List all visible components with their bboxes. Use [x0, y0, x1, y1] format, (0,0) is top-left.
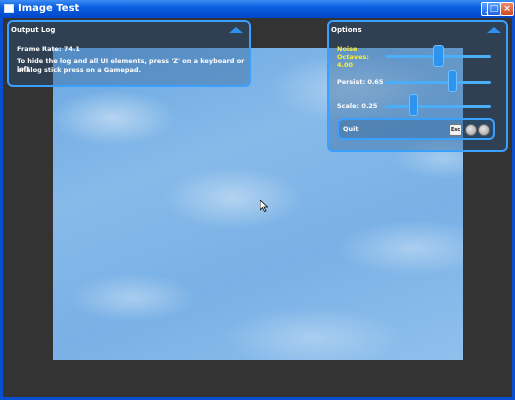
persist-slider-thumb[interactable] [448, 70, 458, 92]
octaves-label: Octaves: [337, 53, 369, 61]
scale-label: Scale: 0.25 [337, 102, 378, 110]
log-hint-line2: analog stick press on a Gamepad. [17, 66, 141, 74]
close-button[interactable]: × [500, 2, 514, 16]
collapse-arrow-icon[interactable] [229, 27, 243, 33]
gamepad-button-icon [478, 124, 490, 136]
mouse-cursor-icon [260, 200, 268, 212]
frame-rate-text: Frame Rate: 74.1 [17, 45, 80, 53]
octaves-slider-thumb[interactable] [432, 45, 444, 67]
noise-label: Noise [337, 45, 358, 53]
quit-label: Quit [343, 125, 359, 133]
window-title: Image Test [18, 3, 80, 14]
persist-slider-track[interactable] [385, 81, 491, 84]
window-frame-left [0, 18, 3, 400]
options-panel: Options Noise Octaves: 4.00 Persist: 0.6… [327, 20, 508, 152]
scale-slider-thumb[interactable] [409, 94, 419, 116]
esc-key-icon: Esc [449, 124, 462, 136]
output-log-title: Output Log [11, 26, 56, 34]
octaves-value: 4.00 [337, 61, 354, 69]
maximize-button[interactable]: □ [487, 2, 501, 16]
collapse-arrow-icon[interactable] [487, 27, 501, 33]
quit-button[interactable]: Quit Esc [337, 118, 495, 140]
window-titlebar[interactable]: Image Test _ □ × [0, 0, 515, 18]
app-window-icon [4, 4, 14, 13]
scale-slider-track[interactable] [385, 105, 491, 108]
options-title: Options [331, 26, 362, 34]
persist-label: Persist: 0.65 [337, 78, 384, 86]
gamepad-button-icon [465, 124, 477, 136]
output-log-panel: Output Log Frame Rate: 74.1 To hide the … [7, 20, 251, 87]
